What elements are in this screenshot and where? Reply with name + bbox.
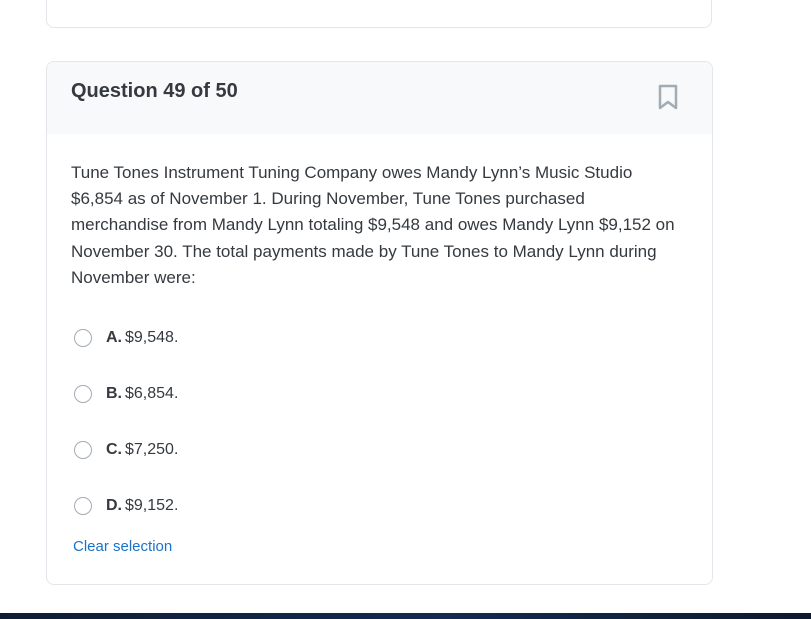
question-header: Question 49 of 50 <box>47 62 712 134</box>
clear-selection-link[interactable]: Clear selection <box>73 538 172 555</box>
option-d[interactable]: D. $9,152. <box>71 478 688 534</box>
answer-options: A. $9,548. B. $6,854. C. $7,250. D. $9,1… <box>71 310 688 534</box>
option-letter: B. <box>106 385 122 403</box>
bookmark-icon-svg <box>658 84 678 110</box>
option-text: $9,548. <box>125 329 179 347</box>
option-letter: A. <box>106 329 122 347</box>
radio-button[interactable] <box>74 329 92 348</box>
option-text: $7,250. <box>125 441 179 459</box>
radio-button[interactable] <box>74 497 92 516</box>
option-letter: D. <box>106 497 122 515</box>
bookmark-icon[interactable] <box>656 84 680 110</box>
option-b[interactable]: B. $6,854. <box>71 366 688 422</box>
option-a[interactable]: A. $9,548. <box>71 310 688 366</box>
option-text: $6,854. <box>125 385 179 403</box>
radio-button[interactable] <box>74 441 92 460</box>
question-card: Question 49 of 50 Tune Tones Instrument … <box>46 61 713 585</box>
option-text: $9,152. <box>125 497 179 515</box>
option-c[interactable]: C. $7,250. <box>71 422 688 478</box>
question-text: Tune Tones Instrument Tuning Company owe… <box>71 163 675 287</box>
question-body: Tune Tones Instrument Tuning Company owe… <box>47 160 712 556</box>
question-title: Question 49 of 50 <box>71 80 238 102</box>
bottom-navigation-bar <box>0 613 811 619</box>
previous-question-card <box>46 0 712 28</box>
option-letter: C. <box>106 441 122 459</box>
radio-button[interactable] <box>74 385 92 404</box>
